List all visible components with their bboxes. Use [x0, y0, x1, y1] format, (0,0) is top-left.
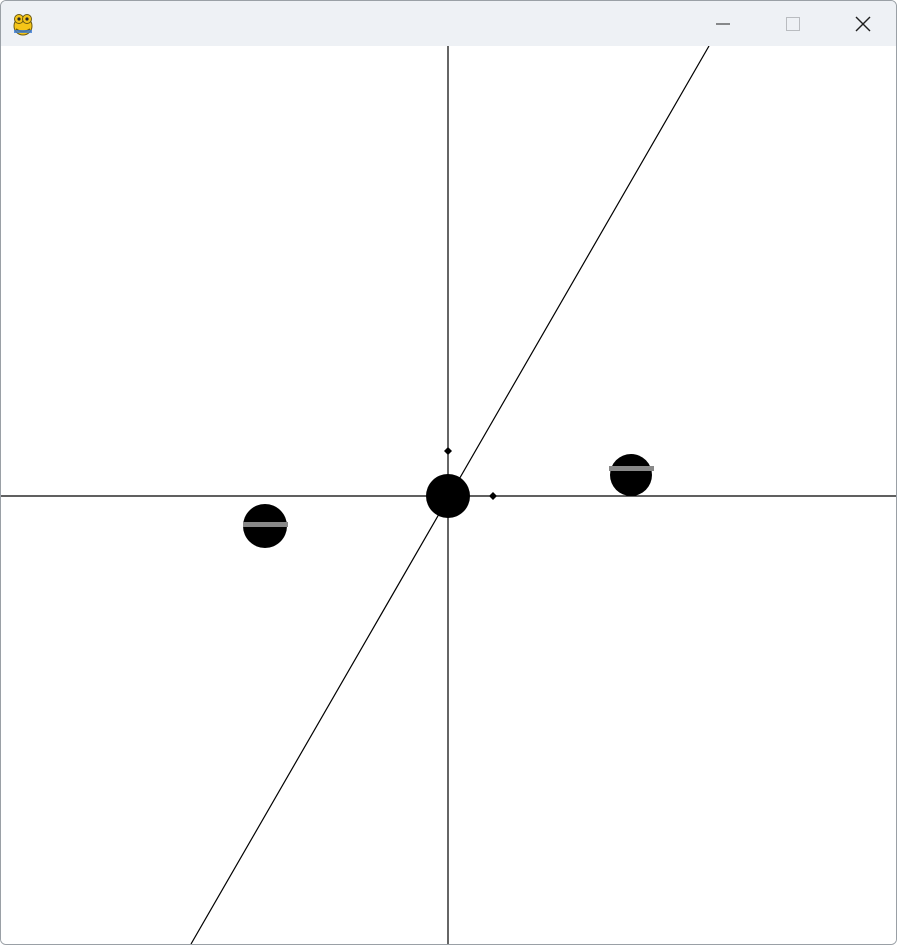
maximize-button[interactable] — [758, 1, 828, 46]
y-marker — [444, 447, 452, 455]
title-bar[interactable] — [1, 1, 896, 46]
x-marker — [489, 492, 497, 500]
game-canvas[interactable] — [1, 46, 896, 944]
right-body — [609, 454, 654, 496]
center-body — [426, 474, 470, 518]
close-button[interactable] — [828, 1, 896, 46]
close-icon — [855, 16, 871, 31]
left-body — [243, 504, 288, 548]
pygame-snake-icon — [13, 14, 33, 36]
minimize-icon — [716, 23, 730, 24]
app-window — [0, 0, 897, 945]
scene-svg — [1, 46, 896, 944]
maximize-icon — [786, 16, 800, 31]
minimize-button[interactable] — [688, 1, 758, 46]
